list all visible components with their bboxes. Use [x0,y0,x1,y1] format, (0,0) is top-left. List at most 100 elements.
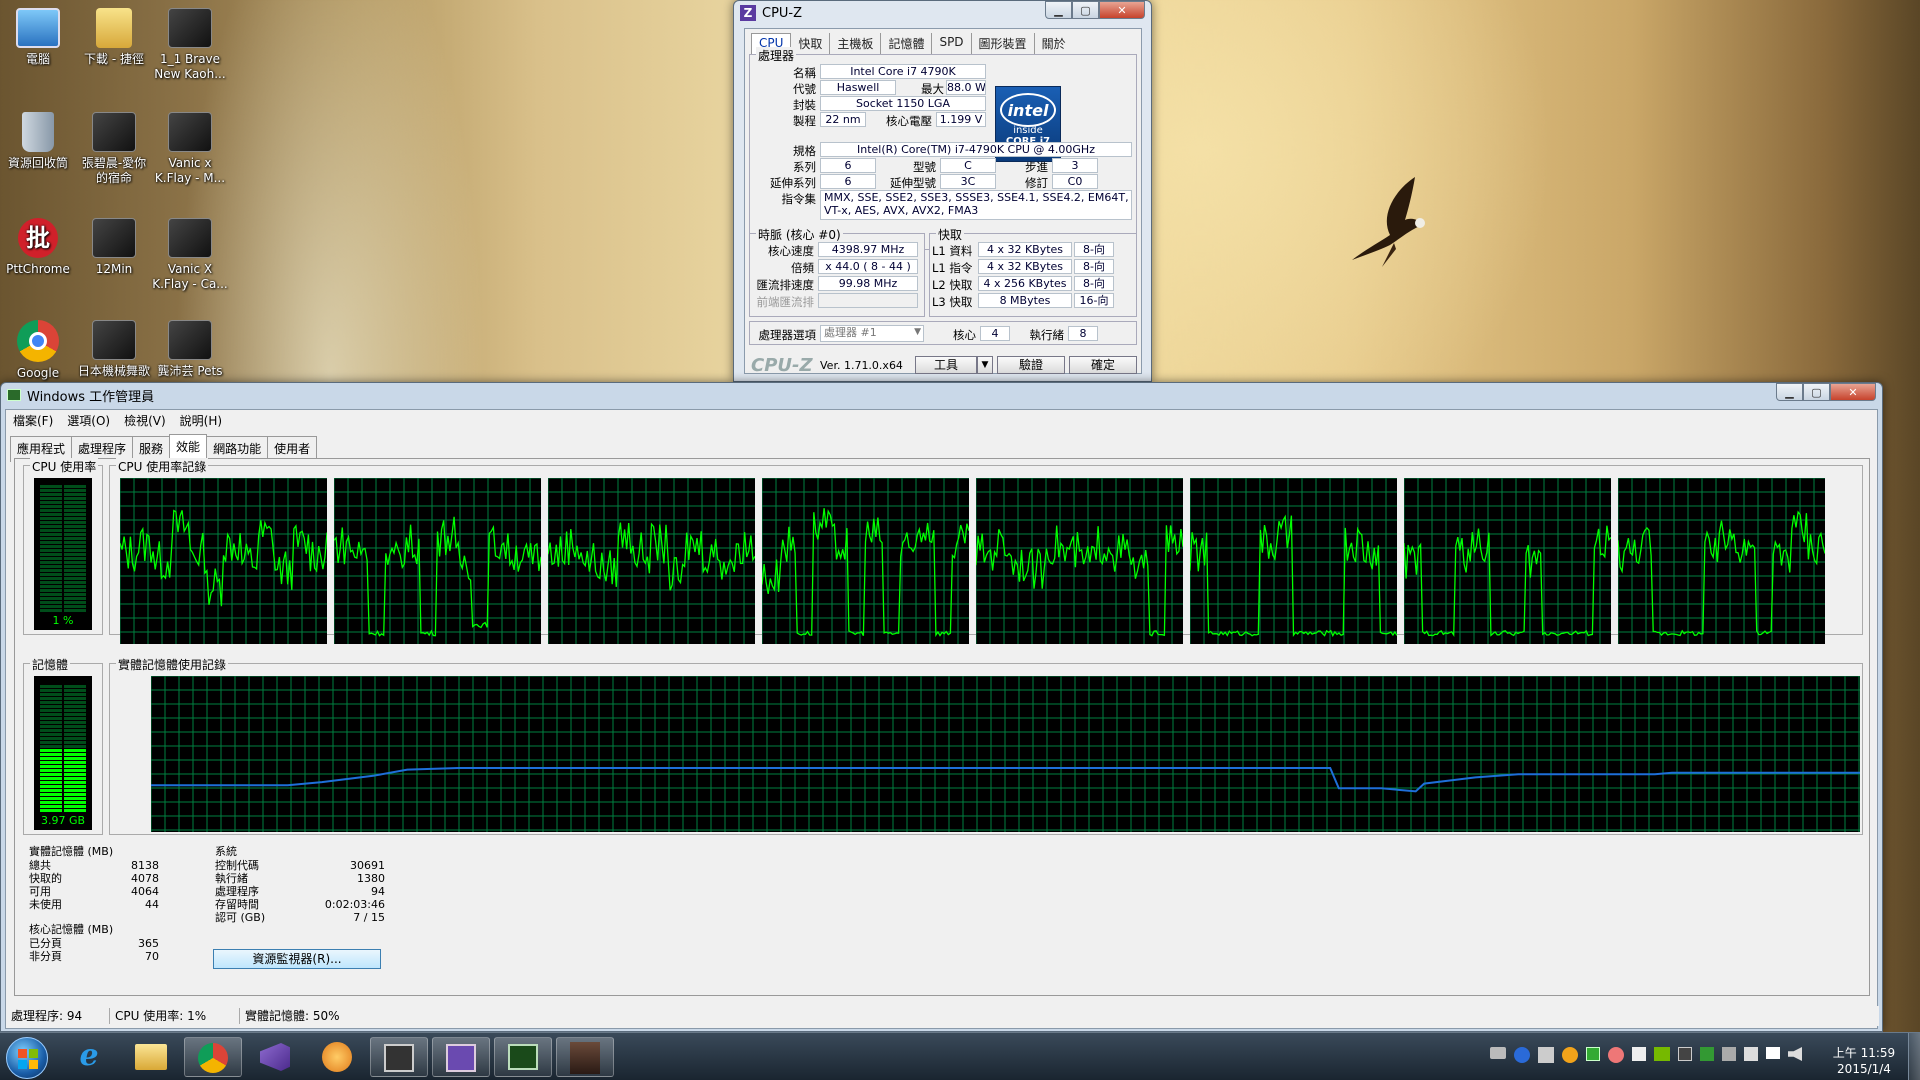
tab-graphics[interactable]: 圖形裝置 [972,33,1035,54]
stat-label: 執行緒 [215,872,248,885]
desktop-icon-video-3[interactable]: Vanic x K.Flay - M... [152,112,228,186]
ok-button[interactable]: 確定 [1069,356,1137,374]
desktop-icon-downloads[interactable]: 下載 - 捷徑 [76,8,152,67]
tray-volume-icon[interactable] [1788,1047,1802,1061]
tray-nvidia-icon[interactable] [1654,1047,1670,1061]
menu-help[interactable]: 說明(H) [173,412,229,429]
stat-label: 認可 (GB) [215,911,266,924]
video-thumbnail-icon [168,218,212,258]
tray-app-icon[interactable] [1586,1047,1600,1061]
tools-button[interactable]: 工具 [915,356,977,374]
desktop-icon-video-6[interactable]: 日本機械舞歌 [76,320,152,379]
threads-field: 8 [1068,326,1098,341]
tray-keyboard-icon[interactable] [1490,1047,1506,1059]
core-speed-field: 4398.97 MHz [818,242,918,257]
kernel-memory-stats: 核心記憶體 (MB) 已分頁 365 非分頁 70 [29,921,159,963]
desktop-icon-video-5[interactable]: Vanic X K.Flay - Ca... [152,218,228,292]
menu-view[interactable]: 檢視(V) [117,412,173,429]
minimize-button[interactable]: ▁ [1045,1,1072,19]
taskbar-chrome-button[interactable] [184,1037,242,1077]
resource-monitor-button[interactable]: 資源監視器(R)... [213,949,381,969]
taskbar-explorer-button[interactable] [122,1037,180,1077]
desktop-icon-pttchrome[interactable]: 批 PttChrome [0,218,76,277]
resource-monitor-button-label: 資源監視器(R)... [252,952,342,966]
stat-row: 存留時間 0:02:03:46 [215,898,385,911]
minimize-button[interactable]: ▁ [1776,383,1803,401]
stat-row: 處理程序 94 [215,885,385,898]
tray-app-icon[interactable] [1744,1047,1758,1061]
internet-explorer-icon: e [79,1038,99,1073]
meter-segment [64,561,86,564]
meter-segment [64,805,86,808]
task-manager-titlebar[interactable]: Windows 工作管理員 [1,383,1882,407]
tray-flag-icon[interactable] [1632,1047,1646,1061]
processor-select[interactable]: 處理器 #1 ▼ [820,325,924,342]
meter-segment [64,525,86,528]
meter-segment [64,609,86,612]
model-label: 型號 [913,160,936,174]
taskbar-visual-studio-button[interactable] [246,1037,304,1077]
desktop-icon-google[interactable]: Google [0,320,76,381]
stat-value: 94 [371,885,385,898]
menu-file[interactable]: 檔案(F) [6,412,60,429]
tab-memory[interactable]: 記憶體 [881,33,933,54]
close-button[interactable]: ✕ [1830,383,1876,401]
taskbar-ie-button[interactable]: e [60,1037,118,1077]
stat-value: 1380 [357,872,385,885]
tab-cache[interactable]: 快取 [791,33,831,54]
ext-model-field: 3C [940,174,996,189]
meter-segment [40,777,62,780]
tab-mainboard[interactable]: 主機板 [830,33,882,54]
start-button[interactable] [6,1037,48,1079]
tray-network-icon[interactable] [1538,1047,1554,1063]
desktop-icon-video-2[interactable]: 張碧晨-愛你的宿命 [76,112,152,186]
video-thumbnail-icon [168,112,212,152]
chrome-icon [17,320,59,362]
show-desktop-button[interactable] [1908,1033,1920,1080]
close-button[interactable]: ✕ [1099,1,1145,19]
taskbar-hardware-monitor-button[interactable] [370,1037,428,1077]
taskbar-task-manager-button[interactable] [494,1037,552,1077]
tray-app-icon[interactable] [1722,1047,1736,1061]
folder-icon [96,8,132,48]
desktop-icon-computer[interactable]: 電腦 [0,8,76,67]
desktop-icon-video-7[interactable]: 龔沛芸 Pets [152,320,228,379]
stat-value: 365 [138,937,159,950]
meter-segment [64,757,86,760]
clock-time: 上午 11:59 [1832,1046,1896,1060]
validate-button[interactable]: 驗證 [997,356,1065,374]
desktop-icon-video-1[interactable]: 1_1 Brave New Kaoh... [152,8,228,82]
maximize-button[interactable]: ▢ [1803,383,1830,401]
menu-options[interactable]: 選項(O) [60,412,117,429]
tray-display-icon[interactable] [1766,1047,1780,1059]
tab-performance[interactable]: 效能 [169,434,208,460]
stat-value: 44 [145,898,159,911]
visual-studio-icon [260,1043,290,1071]
tray-app-icon[interactable] [1678,1047,1692,1061]
status-processes: 處理程序: 94 [6,1008,110,1024]
tray-app-icon[interactable] [1608,1047,1624,1063]
taskbar-clock[interactable]: 上午 11:59 2015/1/4 [1824,1045,1904,1077]
tray-help-icon[interactable] [1514,1047,1530,1063]
tray-security-icon[interactable] [1562,1047,1578,1063]
meter-segment [64,517,86,520]
taskbar-photo-button[interactable] [556,1037,614,1077]
stat-label: 快取的 [29,872,62,885]
maximize-button[interactable]: ▢ [1072,1,1099,19]
tray-app-icon[interactable] [1700,1047,1714,1061]
tools-dropdown-button[interactable]: ▼ [977,356,993,374]
meter-segment [40,697,62,700]
cpuz-app-icon: Z [740,5,756,21]
tab-spd[interactable]: SPD [932,33,972,54]
meter-segment [64,733,86,736]
desktop-icon-recycle-bin[interactable]: 資源回收筒 [0,112,76,171]
stat-row: 已分頁 365 [29,937,159,950]
desktop-icon-video-4[interactable]: 12Min [76,218,152,277]
meter-segment [40,541,62,544]
meter-segment [40,745,62,748]
tab-about[interactable]: 關於 [1035,33,1073,54]
intel-inside-text: inside [1013,125,1043,136]
taskbar-cpuz-button[interactable] [432,1037,490,1077]
cpu-usage-frame: CPU 使用率 1 % [23,458,103,635]
taskbar-media-button[interactable] [308,1037,366,1077]
